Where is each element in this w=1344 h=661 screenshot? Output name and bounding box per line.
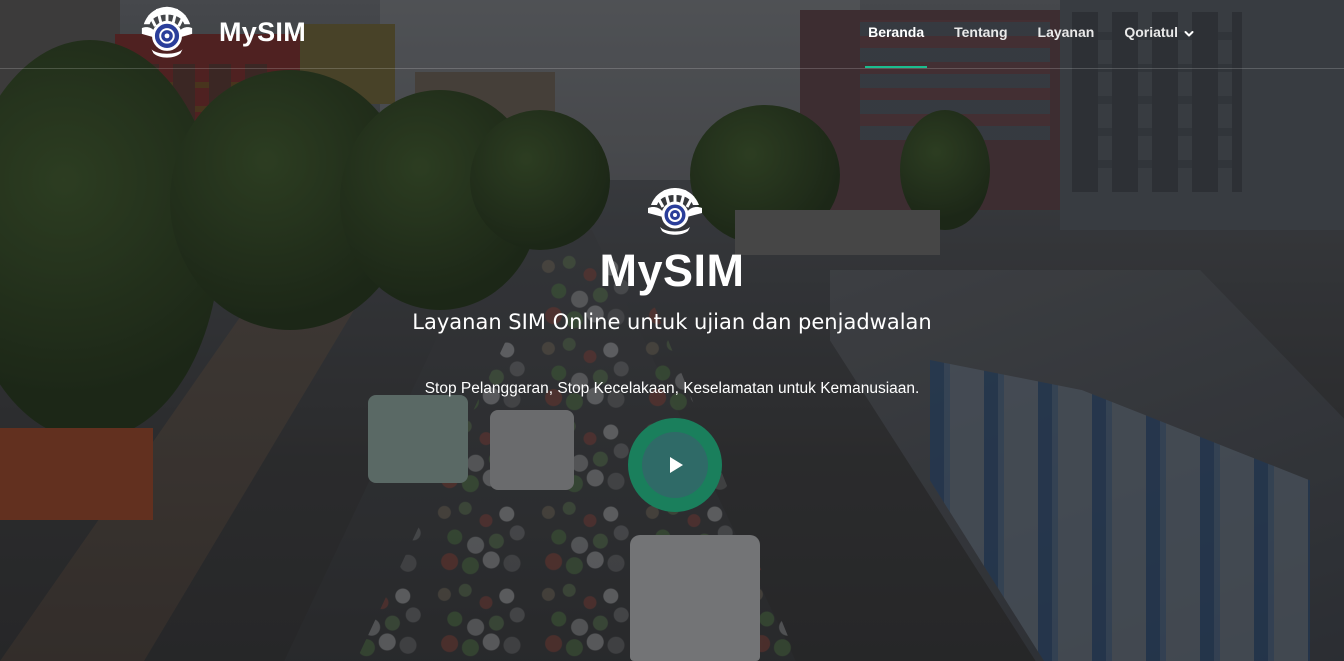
play-button-inner: [642, 432, 708, 498]
hero-subtitle: Layanan SIM Online untuk ujian dan penja…: [412, 310, 932, 334]
hero-tagline: Stop Pelanggaran, Stop Kecelakaan, Kesel…: [424, 380, 920, 397]
play-icon: [670, 457, 683, 473]
polri-emblem-icon: [648, 188, 702, 235]
hero-section: MySIM Layanan SIM Online untuk ujian dan…: [0, 0, 1344, 661]
play-video-button[interactable]: [628, 418, 722, 512]
hero-title: MySIM: [599, 245, 745, 296]
